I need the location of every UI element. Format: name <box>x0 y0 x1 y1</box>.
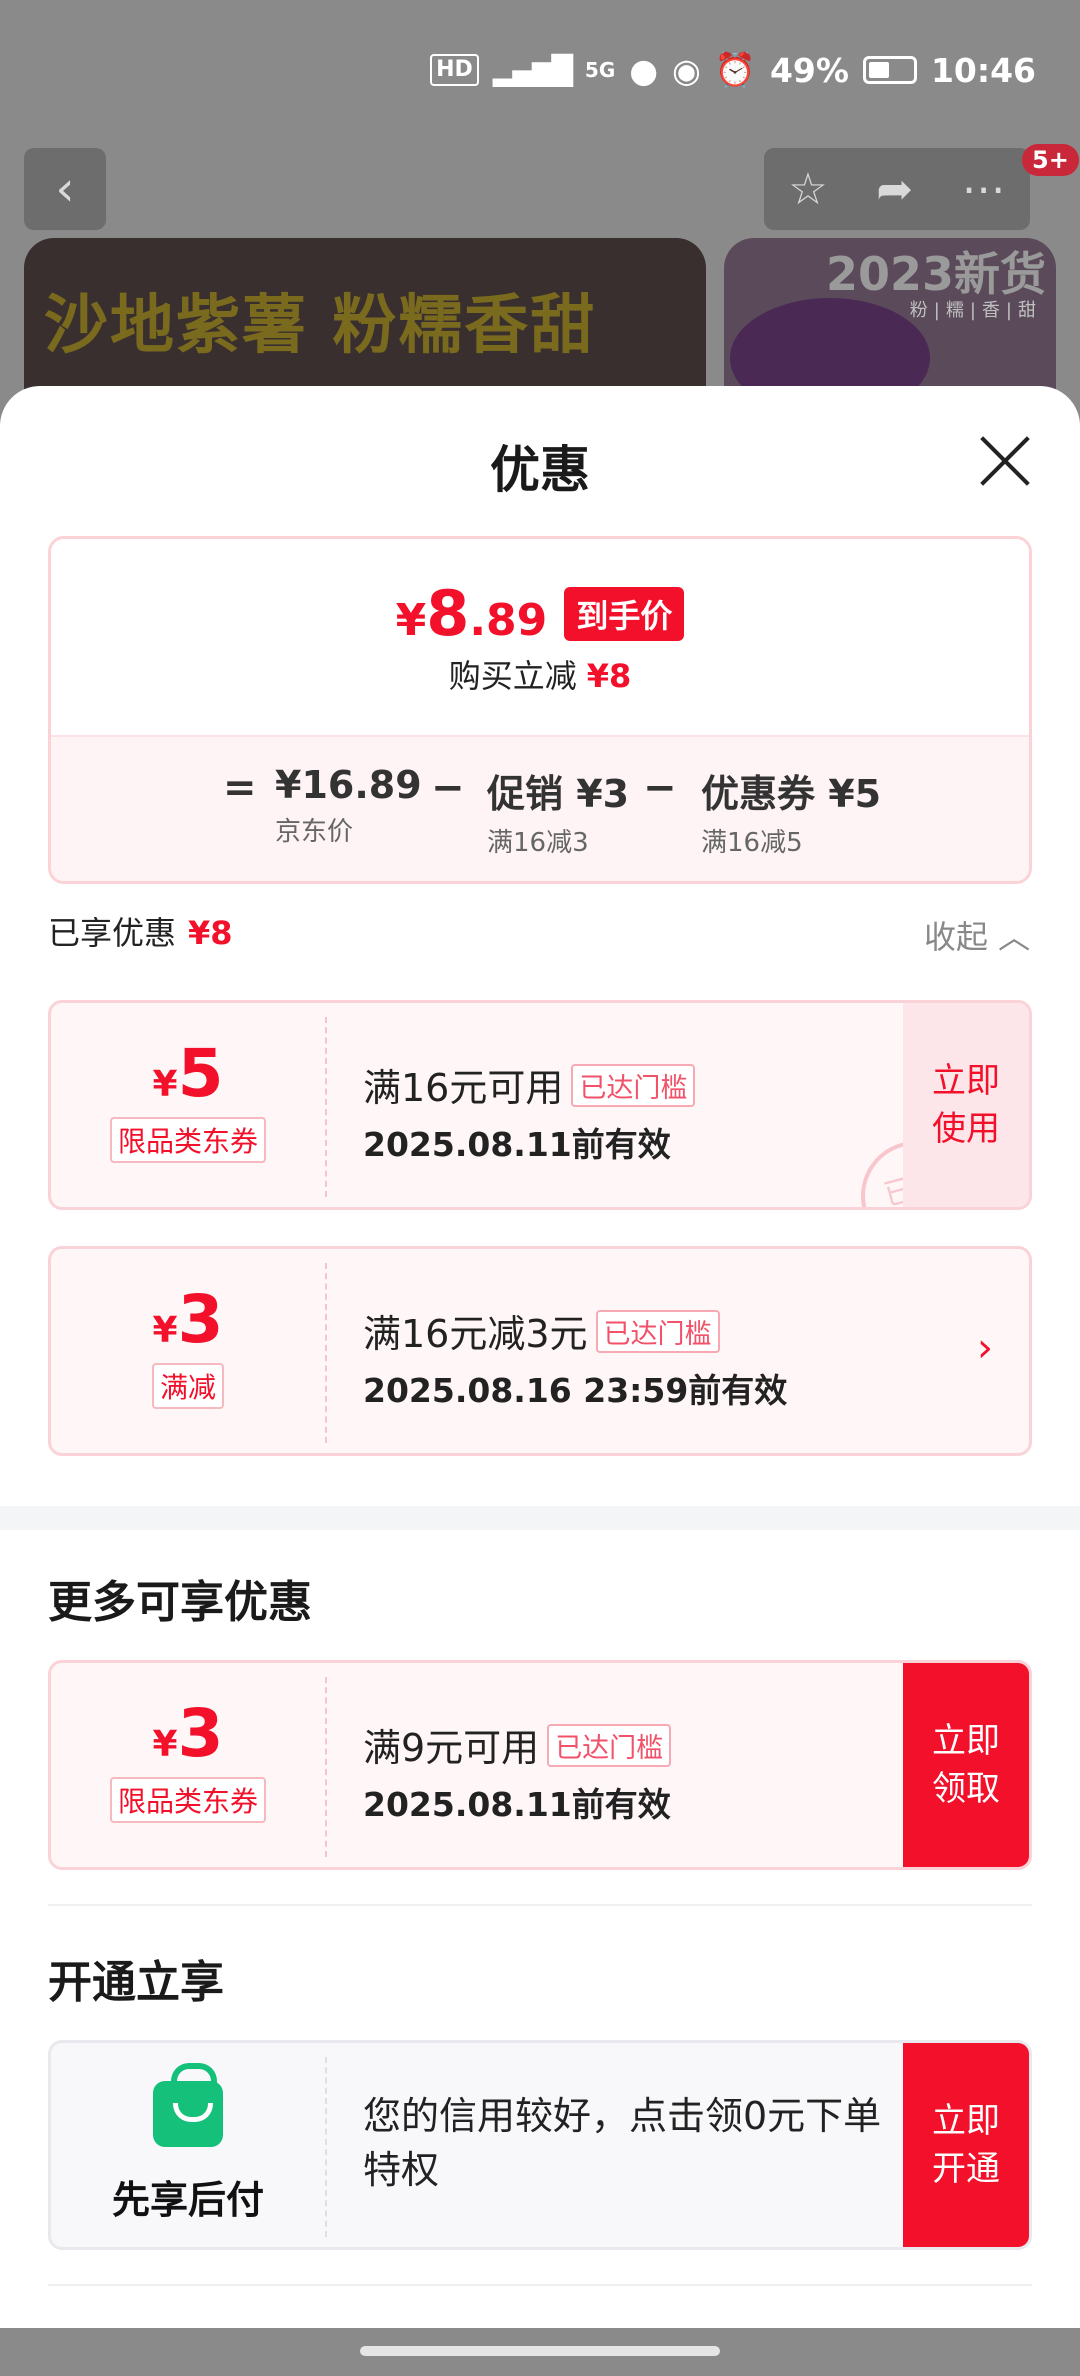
coupon-info: 满16元减3元 已达门槛 2025.08.16 23:59前有效 <box>363 1303 787 1412</box>
pay-later-brand: 先享后付 <box>51 2043 325 2247</box>
signal-icon: ▂▄▆█ <box>492 53 573 87</box>
network-type: 5G <box>584 58 616 82</box>
pay-later-desc: 您的信用较好，点击领0元下单特权 <box>363 2094 882 2192</box>
coupon-info: 满16元可用 已达门槛 2025.08.11前有效 <box>363 1057 696 1166</box>
side-banner-year: 2023新货 <box>825 247 1046 301</box>
coupon-value-area: ¥3 满减 <box>51 1249 325 1453</box>
coupon-validity: 2025.08.11前有效 <box>363 1785 671 1824</box>
minus-sign: − <box>643 765 677 811</box>
threshold-badge: 已达门槛 <box>595 1310 720 1353</box>
card-divider <box>325 2057 327 2237</box>
coupon-condition: 满16元减3元 <box>363 1312 588 1356</box>
activate-now-button[interactable]: 立即 开通 <box>903 2043 1029 2247</box>
coupon-amount: ¥3 <box>152 1695 224 1772</box>
coupon-condition: 满16元可用 <box>363 1066 564 1110</box>
coupon-rule: 满16减5 <box>701 828 803 858</box>
coupon-condition: 满9元可用 <box>363 1726 540 1770</box>
jd-price-label: 京东价 <box>275 817 354 847</box>
claim-now-button[interactable]: 立即 领取 <box>903 1663 1029 1867</box>
top-action-group: ☆ ➦ ⋯ <box>764 148 1030 230</box>
jd-price: ¥16.89 京东价 <box>275 763 422 847</box>
open-benefits-title: 开通立享 <box>48 1957 224 2008</box>
coupon-validity: 2025.08.11前有效 <box>363 1125 671 1164</box>
chevron-left-icon: ‹ <box>55 161 75 217</box>
battery-percent: 49% <box>769 50 849 90</box>
coupon-type: 限品类东券 <box>109 1777 267 1823</box>
more-offers-title: 更多可享优惠 <box>48 1577 312 1628</box>
coupon-card[interactable]: ¥3 满减 满16元减3元 已达门槛 2025.08.16 23:59前有效 › <box>48 1246 1032 1456</box>
clock: 10:46 <box>930 50 1036 90</box>
close-icon[interactable] <box>978 434 1032 488</box>
status-bar: HD ▂▄▆█ 5G ● ◉ ⏰ 49% 10:46 <box>0 0 1080 140</box>
side-banner-sub: 粉|糯|香|甜 <box>909 300 1042 321</box>
coupon-card: ¥3 限品类东券 满9元可用 已达门槛 2025.08.11前有效 立即 领取 <box>48 1660 1032 1870</box>
coupon-card: ¥5 限品类东券 满16元可用已达门槛 2025.08.11前有效 已领 立即 … <box>48 1000 1032 1210</box>
battery-icon <box>862 56 917 84</box>
product-banner: 沙地紫薯 粉糯香甜 <box>24 238 706 398</box>
enjoyed-offers-header: 已享优惠 ¥8 <box>48 908 233 954</box>
pay-later-card: 先享后付 您的信用较好，点击领0元下单特权 立即 开通 <box>48 2040 1032 2250</box>
more-icon[interactable]: ⋯ <box>962 164 1006 215</box>
coupon-discount: 优惠券 ¥5 满16减5 <box>701 772 882 858</box>
minus-sign: − <box>431 765 465 811</box>
sheet-title: 优惠 <box>490 441 590 499</box>
coupon-value-area: ¥3 限品类东券 <box>51 1663 325 1867</box>
share-icon[interactable]: ➦ <box>876 164 913 215</box>
coupon-info: 满9元可用 已达门槛 2025.08.11前有效 <box>363 1717 672 1826</box>
final-price-amount: ¥8.89 <box>395 577 548 650</box>
wechat-icon: ◉ <box>672 50 701 90</box>
coupon-value-area: ¥5 限品类东券 <box>51 1003 325 1207</box>
coupon-validity: 2025.08.16 23:59前有效 <box>363 1371 788 1410</box>
coupon-divider <box>325 1017 327 1197</box>
chat-icon: ● <box>629 50 659 90</box>
pay-later-name: 先享后付 <box>111 2178 264 2222</box>
promo-rule: 满16减3 <box>487 828 589 858</box>
final-price: ¥8.89 到手价 <box>51 577 1029 650</box>
use-now-button[interactable]: 立即 使用 <box>903 1003 1029 1207</box>
instant-discount: 购买立减 ¥8 <box>51 651 1029 697</box>
hd-indicator: HD <box>430 54 479 86</box>
coupon-amount: ¥5 <box>152 1035 224 1112</box>
coupon-type: 满减 <box>151 1363 225 1409</box>
enjoyed-value: ¥8 <box>188 914 233 952</box>
back-button[interactable]: ‹ <box>24 148 106 230</box>
instant-discount-label: 购买立减 <box>448 657 577 695</box>
coupon-divider <box>325 1263 327 1443</box>
section-separator <box>0 1506 1080 1530</box>
promo-discount: 促销 ¥3 满16减3 <box>487 772 630 858</box>
collapse-button[interactable]: 收起 ︿ <box>924 912 1030 958</box>
price-summary-card: ¥8.89 到手价 购买立减 ¥8 = ¥16.89 京东价 − 促销 ¥3 满1… <box>48 536 1032 884</box>
chevron-right-icon[interactable]: › <box>977 1325 993 1371</box>
home-indicator[interactable] <box>360 2346 720 2356</box>
sweet-potato-image <box>730 298 930 398</box>
alarm-icon: ⏰ <box>714 50 756 89</box>
price-breakdown: = ¥16.89 京东价 − 促销 ¥3 满16减3 − 优惠券 ¥5 满16减… <box>51 735 1029 881</box>
offers-sheet: 优惠 ¥8.89 到手价 购买立减 ¥8 = ¥16.89 京东价 − 促销 ¥3… <box>0 386 1080 2376</box>
enjoyed-label: 已享优惠 <box>48 914 177 952</box>
coupon-divider <box>325 1677 327 1857</box>
favorite-star-icon[interactable]: ☆ <box>788 164 827 215</box>
banner-text: 沙地紫薯 粉糯香甜 <box>44 289 597 363</box>
coupon-type: 限品类东券 <box>109 1117 267 1163</box>
message-badge: 5+ <box>1022 144 1079 176</box>
equals-sign: = <box>223 765 257 811</box>
product-side-banner: 2023新货 粉|糯|香|甜 <box>724 238 1056 398</box>
threshold-badge: 已达门槛 <box>571 1064 696 1107</box>
final-price-tag: 到手价 <box>564 586 685 641</box>
shopping-bag-icon <box>153 2063 223 2147</box>
coupon-amount: ¥3 <box>152 1281 224 1358</box>
instant-discount-value: ¥8 <box>586 657 632 695</box>
divider <box>48 2284 1032 2286</box>
threshold-badge: 已达门槛 <box>547 1724 672 1767</box>
divider <box>48 1904 1032 1906</box>
final-price-area: ¥8.89 到手价 购买立减 ¥8 <box>51 539 1029 735</box>
